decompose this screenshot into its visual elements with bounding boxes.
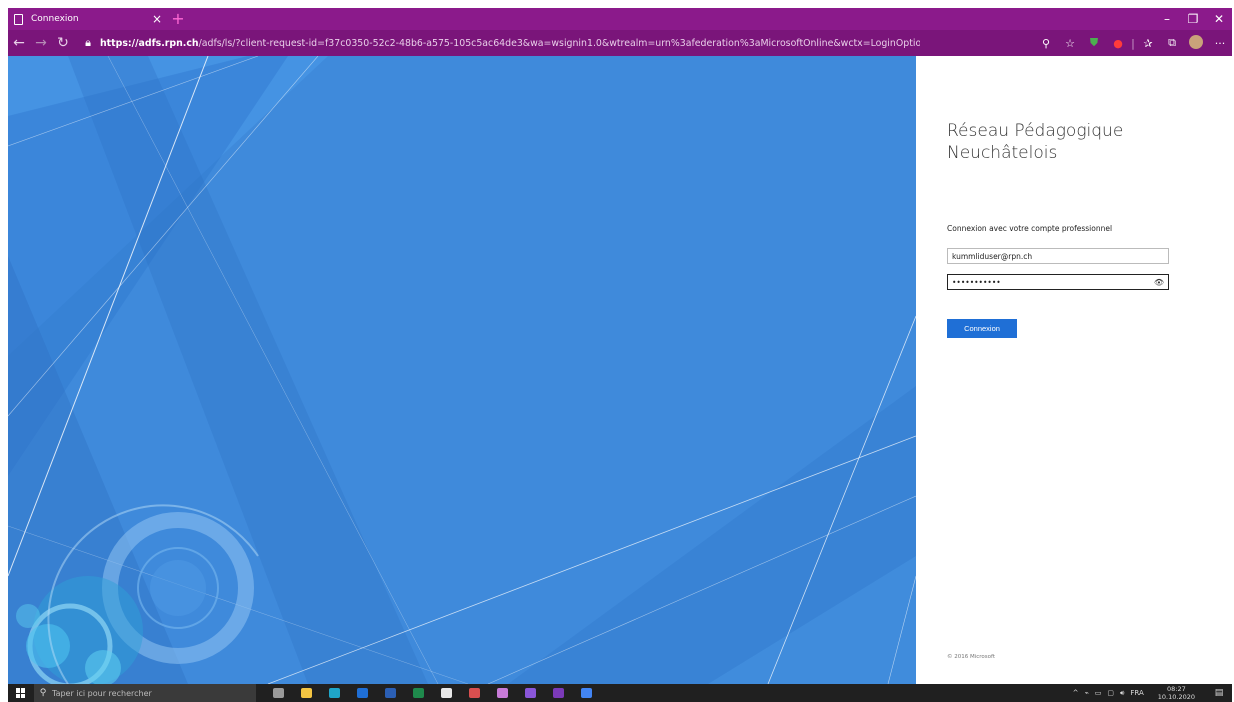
organization-name: Réseau Pédagogique Neuchâtelois <box>947 120 1123 164</box>
more-icon[interactable]: ··· <box>1208 37 1232 50</box>
illustration-background <box>8 56 916 684</box>
file-explorer-taskbar-icon[interactable] <box>292 684 320 702</box>
search-icon: ⚲ <box>39 688 47 698</box>
taskbar-search-box[interactable]: ⚲ Taper ici pour rechercher <box>34 684 256 702</box>
collections-icon[interactable]: ⧉ <box>1160 36 1184 50</box>
notification-center-icon[interactable]: ▤ <box>1206 688 1232 698</box>
url-path: /adfs/ls/?client-request-id=f37c0350-52c… <box>198 37 920 49</box>
tray-overflow-icon[interactable]: ^ <box>1070 689 1082 697</box>
system-tray: ^ ⌁ ▭ ▢ 🔊︎ FRA 08:27 10.10.2020 ▤ <box>1070 685 1232 701</box>
address-bar-row: ← → ↻ 🔒︎ https://adfs.rpn.ch/adfs/ls/?cl… <box>8 30 1232 56</box>
password-input[interactable]: ••••••••••• 👁︎ <box>947 274 1169 290</box>
app-multicolor-taskbar-icon[interactable] <box>488 684 516 702</box>
tab-close-icon[interactable]: × <box>148 12 166 26</box>
window-controls: – ❐ ✕ <box>1154 8 1232 30</box>
organization-name-line1: Réseau Pédagogique <box>947 121 1124 141</box>
url-host: https://adfs.rpn.ch <box>100 37 199 49</box>
pinned-apps <box>264 684 600 702</box>
shield-extension-icon[interactable]: ⛊ <box>1082 36 1106 50</box>
windows-logo-icon <box>16 688 26 698</box>
restore-button[interactable]: ❐ <box>1180 8 1206 30</box>
sign-in-panel: Réseau Pédagogique Neuchâtelois Connexio… <box>916 56 1232 684</box>
organization-name-line2: Neuchâtelois <box>947 143 1058 163</box>
volume-icon[interactable]: 🔊︎ <box>1117 689 1127 698</box>
page-icon <box>14 13 23 25</box>
background-illustration <box>8 56 916 684</box>
sign-in-button[interactable]: Connexion <box>947 319 1017 338</box>
clock[interactable]: 08:27 10.10.2020 <box>1147 685 1206 701</box>
back-arrow-icon[interactable]: ← <box>8 35 30 51</box>
url-field[interactable]: https://adfs.rpn.ch/adfs/ls/?client-requ… <box>100 38 920 49</box>
profile-avatar[interactable] <box>1184 34 1208 52</box>
store-taskbar-icon[interactable] <box>432 684 460 702</box>
close-window-button[interactable]: ✕ <box>1206 8 1232 30</box>
chrome-taskbar-icon[interactable] <box>572 684 600 702</box>
clock-date: 10.10.2020 <box>1157 693 1195 701</box>
windows-taskbar: ⚲ Taper ici pour rechercher ^ ⌁ ▭ ▢ 🔊︎ F… <box>8 684 1232 702</box>
onenote-taskbar-icon[interactable] <box>544 684 572 702</box>
tab-title: Connexion <box>31 14 79 24</box>
key-icon[interactable]: ⚲ <box>1034 37 1058 50</box>
forward-arrow-icon[interactable]: → <box>30 35 52 51</box>
excel-taskbar-icon[interactable] <box>404 684 432 702</box>
display-icon[interactable]: ▢ <box>1104 689 1117 697</box>
network-icon[interactable]: ⌁ <box>1081 689 1091 697</box>
start-button[interactable] <box>8 684 34 702</box>
password-mask: ••••••••••• <box>952 277 1001 287</box>
username-value: kummliduser@rpn.ch <box>952 251 1033 261</box>
task-view-taskbar-icon[interactable] <box>264 684 292 702</box>
new-tab-button[interactable]: + <box>168 8 188 30</box>
minimize-button[interactable]: – <box>1154 8 1180 30</box>
clock-time: 08:27 <box>1167 685 1186 693</box>
page-viewport: Réseau Pédagogique Neuchâtelois Connexio… <box>8 56 1232 684</box>
battery-icon[interactable]: ▭ <box>1092 689 1105 697</box>
app-purple-taskbar-icon[interactable] <box>516 684 544 702</box>
stop-extension-icon[interactable]: ● <box>1106 37 1130 50</box>
word-taskbar-icon[interactable] <box>376 684 404 702</box>
browser-tab-strip: Connexion × + – ❐ ✕ <box>8 8 1232 30</box>
language-indicator[interactable]: FRA <box>1127 689 1146 697</box>
outlook-taskbar-icon[interactable] <box>348 684 376 702</box>
search-placeholder: Taper ici pour rechercher <box>52 688 152 698</box>
browser-tab[interactable]: Connexion × <box>8 8 166 30</box>
favorites-icon[interactable]: ✰ <box>1136 37 1160 50</box>
favorite-star-icon[interactable]: ☆ <box>1058 37 1082 50</box>
lock-icon[interactable]: 🔒︎ <box>80 36 96 50</box>
username-input[interactable]: kummliduser@rpn.ch <box>947 248 1169 264</box>
browser-toolbar: ⚲ ☆ ⛊ ● | ✰ ⧉ ··· <box>1034 34 1232 52</box>
reveal-password-icon[interactable]: 👁︎ <box>1154 278 1164 287</box>
copyright-text: © 2016 Microsoft <box>947 654 996 660</box>
sign-in-prompt: Connexion avec votre compte professionne… <box>947 224 1113 233</box>
refresh-icon[interactable]: ↻ <box>52 35 74 51</box>
app-red-taskbar-icon[interactable] <box>460 684 488 702</box>
desktop-frame: Connexion × + – ❐ ✕ ← → ↻ 🔒︎ https://adf… <box>8 8 1232 702</box>
edge-taskbar-icon[interactable] <box>320 684 348 702</box>
